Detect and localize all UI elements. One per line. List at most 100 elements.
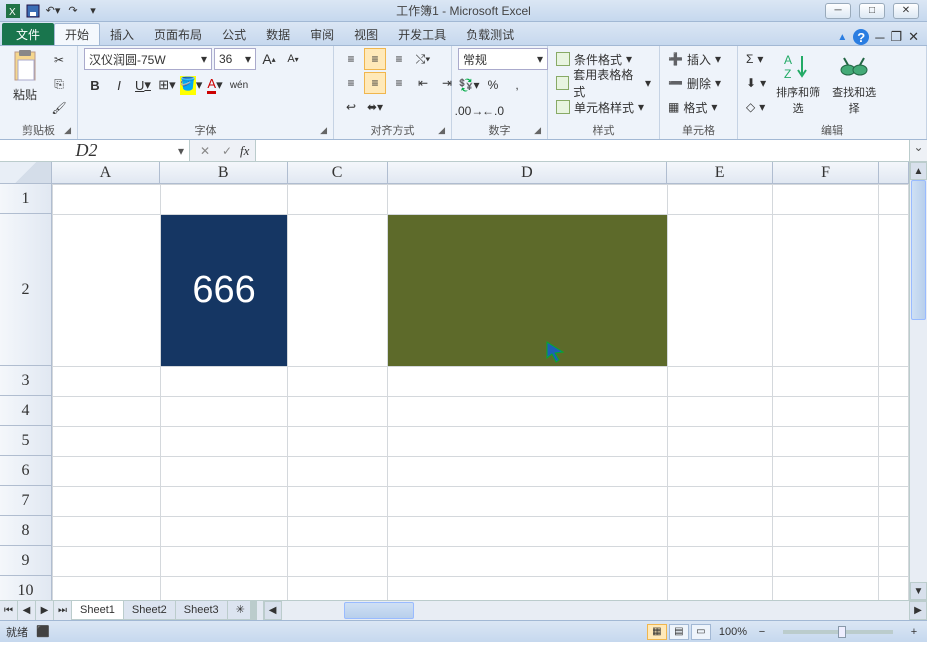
merge-center-icon[interactable]: ⬌▾ xyxy=(364,96,386,118)
ribbon-minimize-icon[interactable]: ▲ xyxy=(837,32,847,43)
zoom-level[interactable]: 100% xyxy=(719,626,747,638)
fx-button[interactable]: fx xyxy=(240,143,249,159)
tab-view[interactable]: 视图 xyxy=(344,23,388,45)
italic-button[interactable]: I xyxy=(108,74,130,96)
orientation-icon[interactable]: ⤭▾ xyxy=(412,48,434,70)
view-pagelayout-icon[interactable]: ▤ xyxy=(669,624,689,640)
doc-close-icon[interactable]: ✕ xyxy=(908,29,919,45)
tab-loadtest[interactable]: 负载测试 xyxy=(456,23,524,45)
doc-minimize-icon[interactable]: ─ xyxy=(875,30,884,45)
indent-dec-icon[interactable]: ⇤ xyxy=(412,72,434,94)
formula-expand-icon[interactable]: ⌄ xyxy=(909,140,927,161)
sheet-tab-3[interactable]: Sheet3 xyxy=(175,601,228,620)
font-color-button[interactable]: A▾ xyxy=(204,74,226,96)
tab-nav-next-icon[interactable]: ▶ xyxy=(36,601,54,620)
col-header-c[interactable]: C xyxy=(288,162,388,183)
undo-icon[interactable]: ↶▾ xyxy=(44,3,62,19)
align-top-icon[interactable]: ≡ xyxy=(340,48,362,70)
delete-cells-button[interactable]: ➖删除 ▾ xyxy=(666,72,723,94)
tab-developer[interactable]: 开发工具 xyxy=(388,23,456,45)
qat-more-icon[interactable]: ▾ xyxy=(84,3,102,19)
increase-decimal-icon[interactable]: .00→ xyxy=(458,100,480,122)
format-cells-button[interactable]: ▦格式 ▾ xyxy=(666,96,719,118)
tab-nav-prev-icon[interactable]: ◀ xyxy=(18,601,36,620)
row-header-4[interactable]: 4 xyxy=(0,396,51,426)
underline-button[interactable]: U▾ xyxy=(132,74,154,96)
formula-input[interactable] xyxy=(256,140,909,161)
decrease-decimal-icon[interactable]: ←.0 xyxy=(482,100,504,122)
row-header-7[interactable]: 7 xyxy=(0,486,51,516)
name-box[interactable]: D2 ▾ xyxy=(0,140,190,161)
row-header-1[interactable]: 1 xyxy=(0,184,51,214)
comma-icon[interactable]: , xyxy=(506,74,528,96)
enter-formula-icon[interactable]: ✓ xyxy=(218,144,236,158)
select-all-corner[interactable] xyxy=(0,162,52,183)
sheet-tab-2[interactable]: Sheet2 xyxy=(123,601,176,620)
zoom-out-button[interactable]: − xyxy=(755,626,769,638)
new-sheet-tab-icon[interactable]: ✳ xyxy=(227,601,251,620)
table-format-button[interactable]: 套用表格格式 ▾ xyxy=(554,72,653,94)
tab-data[interactable]: 数据 xyxy=(256,23,300,45)
tab-home[interactable]: 开始 xyxy=(54,23,100,45)
row-header-6[interactable]: 6 xyxy=(0,456,51,486)
cell-b2[interactable]: 666 xyxy=(160,215,288,367)
tab-nav-last-icon[interactable]: ⏭ xyxy=(54,601,72,620)
row-header-10[interactable]: 10 xyxy=(0,576,51,600)
name-box-dropdown-icon[interactable]: ▾ xyxy=(173,144,189,158)
clipboard-launcher-icon[interactable]: ◢ xyxy=(64,122,71,138)
col-header-f[interactable]: F xyxy=(773,162,879,183)
align-middle-icon[interactable]: ≡ xyxy=(364,48,386,70)
vscroll-thumb[interactable] xyxy=(911,180,926,320)
view-normal-icon[interactable]: ▦ xyxy=(647,624,667,640)
vertical-scrollbar[interactable]: ▲ ▼ xyxy=(909,162,927,600)
maximize-button[interactable]: □ xyxy=(859,3,885,19)
sheet-tab-1[interactable]: Sheet1 xyxy=(71,601,124,620)
minimize-button[interactable]: ─ xyxy=(825,3,851,19)
col-header-a[interactable]: A xyxy=(52,162,160,183)
clear-button[interactable]: ◇ ▾ xyxy=(744,96,768,118)
row-header-5[interactable]: 5 xyxy=(0,426,51,456)
tab-nav-first-icon[interactable]: ⏮ xyxy=(0,601,18,620)
align-right-icon[interactable]: ≡ xyxy=(388,72,410,94)
number-launcher-icon[interactable]: ◢ xyxy=(534,122,541,138)
scroll-right-icon[interactable]: ▶ xyxy=(909,601,927,620)
scroll-up-icon[interactable]: ▲ xyxy=(910,162,927,180)
grow-font-icon[interactable]: A▴ xyxy=(258,48,280,70)
col-header-g[interactable] xyxy=(879,162,909,183)
scroll-down-icon[interactable]: ▼ xyxy=(910,582,927,600)
horizontal-scrollbar[interactable]: ◀ ▶ xyxy=(263,601,927,620)
col-header-e[interactable]: E xyxy=(667,162,773,183)
copy-icon[interactable]: ⎘ xyxy=(48,74,70,94)
zoom-slider-handle[interactable] xyxy=(838,626,846,638)
find-select-button[interactable]: 查找和选择 xyxy=(828,48,880,116)
close-button[interactable]: ✕ xyxy=(893,3,919,19)
autosum-button[interactable]: Σ ▾ xyxy=(744,48,768,70)
paste-button[interactable]: 粘贴 xyxy=(6,48,44,103)
insert-cells-button[interactable]: ➕插入 ▾ xyxy=(666,48,723,70)
font-size-select[interactable]: 36▾ xyxy=(214,48,256,70)
font-launcher-icon[interactable]: ◢ xyxy=(320,122,327,138)
zoom-in-button[interactable]: + xyxy=(907,626,921,638)
shrink-font-icon[interactable]: A▾ xyxy=(282,48,304,70)
number-format-select[interactable]: 常规▾ xyxy=(458,48,548,70)
align-left-icon[interactable]: ≡ xyxy=(340,72,362,94)
tab-review[interactable]: 审阅 xyxy=(300,23,344,45)
align-bottom-icon[interactable]: ≡ xyxy=(388,48,410,70)
row-header-8[interactable]: 8 xyxy=(0,516,51,546)
fill-color-button[interactable]: 🪣▾ xyxy=(180,74,202,96)
percent-icon[interactable]: % xyxy=(482,74,504,96)
col-header-d[interactable]: D xyxy=(388,162,668,183)
wrap-text-icon[interactable]: ↩ xyxy=(340,96,362,118)
zoom-slider[interactable] xyxy=(783,630,893,634)
tab-insert[interactable]: 插入 xyxy=(100,23,144,45)
scroll-left-icon[interactable]: ◀ xyxy=(264,601,282,620)
row-header-9[interactable]: 9 xyxy=(0,546,51,576)
cancel-formula-icon[interactable]: ✕ xyxy=(196,144,214,158)
cell-style-button[interactable]: 单元格样式 ▾ xyxy=(554,96,646,118)
bold-button[interactable]: B xyxy=(84,74,106,96)
view-pagebreak-icon[interactable]: ▭ xyxy=(691,624,711,640)
align-launcher-icon[interactable]: ◢ xyxy=(438,122,445,138)
accounting-icon[interactable]: 💱▾ xyxy=(458,74,480,96)
doc-restore-icon[interactable]: ❐ xyxy=(890,29,902,45)
save-icon[interactable] xyxy=(24,3,42,19)
